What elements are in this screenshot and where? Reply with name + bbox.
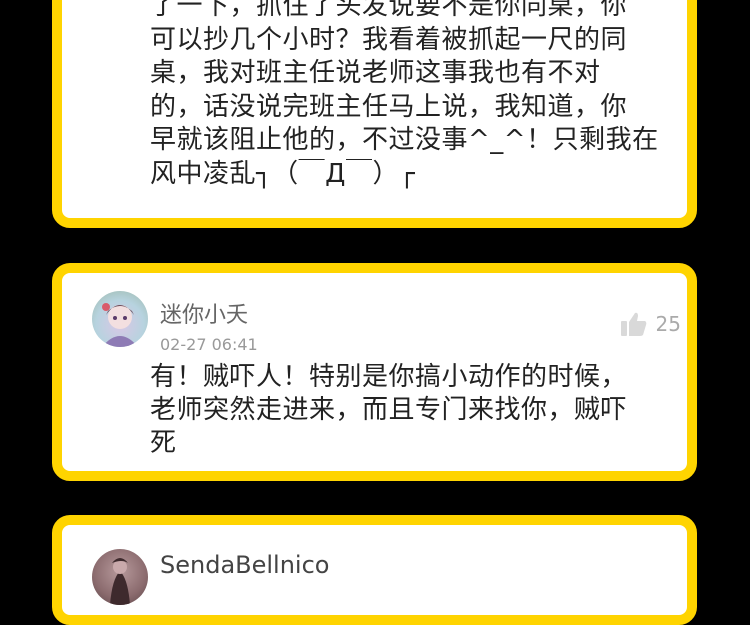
avatar-image-icon — [110, 558, 130, 605]
avatar[interactable] — [92, 291, 148, 347]
username[interactable]: SendaBellnico — [160, 551, 329, 579]
comment-card: SendaBellnico — [52, 515, 697, 625]
like-button[interactable]: 25 — [620, 311, 681, 337]
avatar[interactable] — [92, 549, 148, 605]
username[interactable]: 迷你小夭 — [160, 297, 248, 329]
comment-card: 了一下，抓住了头发说要不是你同桌，你 可以抄几个小时？我看着被抓起一尺的同 桌，… — [52, 0, 697, 228]
thumbs-up-icon — [620, 312, 646, 336]
comment-text: 有！贼吓人！特别是你搞小动作的时候， 老师突然走进来，而且专门来找你，贼吓 死 — [150, 362, 628, 458]
avatar-image-icon — [102, 303, 138, 347]
comment-text: 了一下，抓住了头发说要不是你同桌，你 可以抄几个小时？我看着被抓起一尺的同 桌，… — [150, 0, 659, 189]
like-count: 25 — [655, 312, 681, 336]
comment-card: 迷你小夭 02-27 06:41 25 有！贼吓人！特别是你搞小动作的时候， 老… — [52, 263, 697, 481]
comment-timestamp: 02-27 06:41 — [160, 335, 258, 354]
